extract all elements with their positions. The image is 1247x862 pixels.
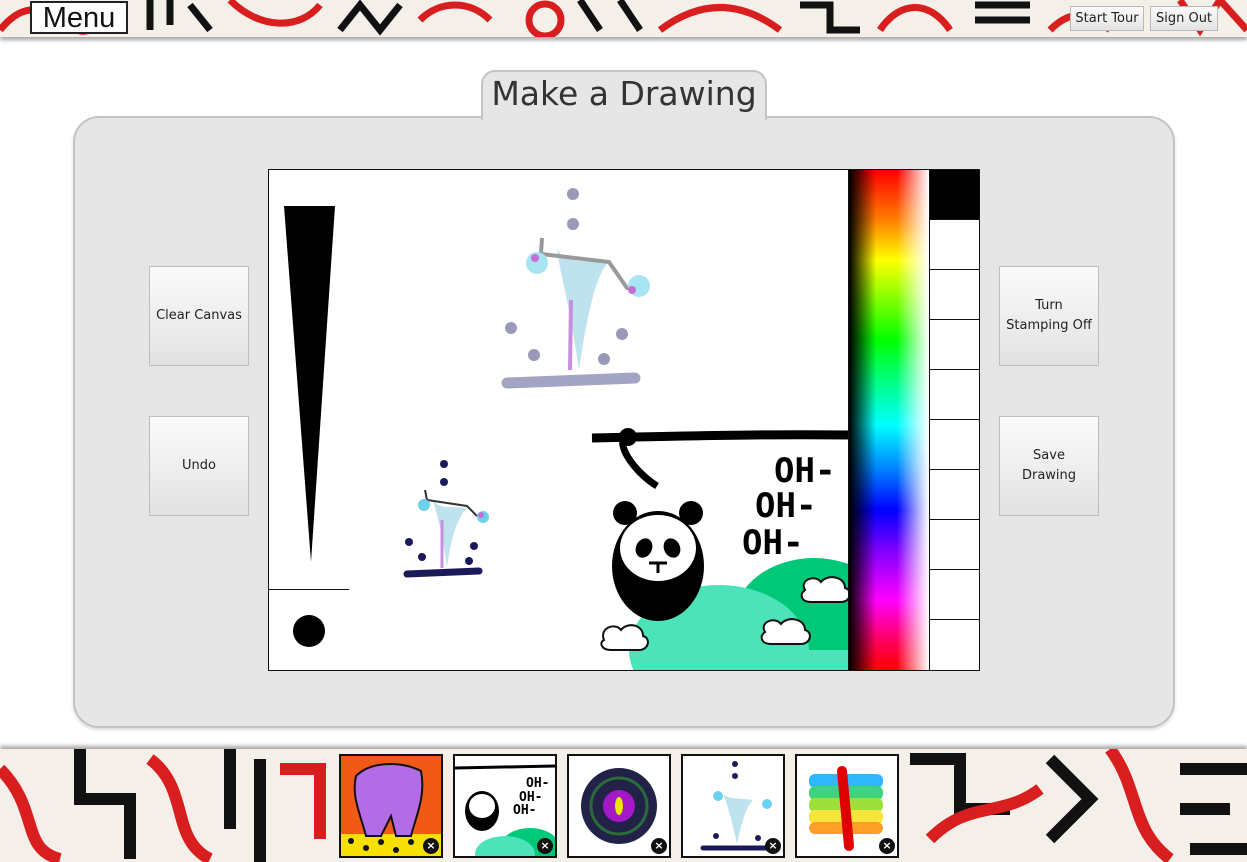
gallery-thumb-5[interactable] xyxy=(795,754,899,858)
canvas-text-line-2: OH- xyxy=(755,486,816,526)
brush-size-slider[interactable] xyxy=(268,169,350,590)
canvas-text-line-1: OH- xyxy=(774,451,835,491)
gallery-thumb-2[interactable]: OH- OH- OH- xyxy=(453,754,557,858)
sign-out-button[interactable]: Sign Out xyxy=(1150,6,1218,31)
color-swatch-8[interactable] xyxy=(930,520,979,570)
tab-joint xyxy=(483,113,765,121)
header-banner xyxy=(0,0,1247,37)
start-tour-button[interactable]: Start Tour xyxy=(1070,6,1144,31)
delete-thumb-icon[interactable] xyxy=(765,838,781,854)
fountain-stamp-large xyxy=(501,188,650,389)
color-swatch-10[interactable] xyxy=(930,620,979,670)
gallery-thumb-3[interactable] xyxy=(567,754,671,858)
clear-canvas-button[interactable]: Clear Canvas xyxy=(149,266,249,366)
color-swatch-3[interactable] xyxy=(930,270,979,320)
canvas-artwork: OH- OH- OH- xyxy=(403,188,849,670)
brush-size-wedge xyxy=(284,206,335,562)
undo-button[interactable]: Undo xyxy=(149,416,249,516)
color-swatch-9[interactable] xyxy=(930,570,979,620)
delete-thumb-icon[interactable] xyxy=(879,838,895,854)
color-swatch-4[interactable] xyxy=(930,320,979,370)
color-swatch-7[interactable] xyxy=(930,470,979,520)
page-title: Make a Drawing xyxy=(491,74,757,113)
brush-dot xyxy=(293,615,325,647)
delete-thumb-icon[interactable] xyxy=(537,838,553,854)
color-swatch-5[interactable] xyxy=(930,370,979,420)
color-swatch-6[interactable] xyxy=(930,420,979,470)
gallery-thumb-4[interactable] xyxy=(681,754,785,858)
delete-thumb-icon[interactable] xyxy=(651,838,667,854)
thumb-text-1: OH- xyxy=(526,776,549,791)
brush-size-preview xyxy=(268,589,350,671)
color-swatches xyxy=(929,169,980,671)
drawing-canvas[interactable]: OH- OH- OH- xyxy=(349,169,849,671)
gallery-thumb-1[interactable] xyxy=(339,754,443,858)
handwritten-text: OH- OH- OH- xyxy=(742,451,835,563)
color-swatch-1[interactable] xyxy=(930,170,979,220)
color-swatch-2[interactable] xyxy=(930,220,979,270)
canvas-text-line-3: OH- xyxy=(742,523,803,563)
doodle-pattern-top xyxy=(0,0,1247,37)
menu-button[interactable]: Menu xyxy=(30,1,128,34)
stamping-toggle-button[interactable]: Turn Stamping Off xyxy=(999,266,1099,366)
delete-thumb-icon[interactable] xyxy=(423,838,439,854)
save-drawing-button[interactable]: Save Drawing xyxy=(999,416,1099,516)
fountain-stamp-small xyxy=(403,460,489,578)
color-spectrum-picker[interactable] xyxy=(848,169,930,671)
thumb-text-3: OH- xyxy=(513,803,536,818)
